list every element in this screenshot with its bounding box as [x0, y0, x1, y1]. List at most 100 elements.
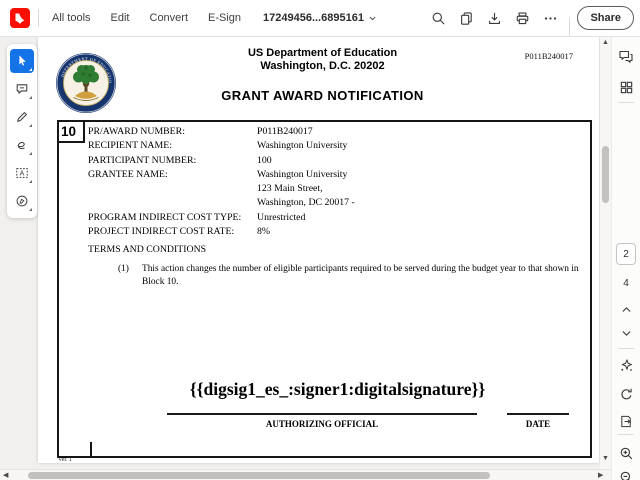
field-label: PROGRAM INDIRECT COST TYPE: — [88, 211, 242, 223]
version-label: Ver. 1 — [58, 457, 72, 463]
field-label: PR/AWARD NUMBER: — [88, 126, 185, 137]
scroll-right-arrow-icon[interactable]: ▶ — [598, 472, 603, 479]
field-row: PROGRAM INDIRECT COST TYPE: Unrestricted — [88, 211, 355, 225]
menu-all-tools[interactable]: All tools — [52, 12, 91, 24]
search-button[interactable] — [428, 7, 448, 29]
share-label: Share — [590, 12, 622, 24]
toolbar-divider — [568, 18, 570, 36]
loop-eraser-icon — [17, 142, 25, 150]
rotate-page-button[interactable] — [615, 383, 637, 405]
field-value: 123 Main Street, — [257, 183, 323, 195]
add-text-tool-button[interactable]: A — [10, 161, 34, 185]
horizontal-scrollbar[interactable]: ◀ ▶ — [0, 469, 611, 480]
field-label — [88, 196, 257, 210]
tool-flyout-marker — [29, 124, 32, 127]
toolbar-divider — [38, 9, 39, 27]
award-fields: PR/AWARD NUMBER: P011B240017 RECIPIENT NA… — [88, 125, 355, 239]
more-options-button[interactable] — [540, 7, 560, 29]
chevron-down-icon — [621, 330, 631, 336]
terms-item: (1) This action changes the number of el… — [118, 263, 590, 288]
field-row: GRANTEE NAME: Washington University — [88, 168, 355, 182]
scroll-left-arrow-icon[interactable]: ◀ — [3, 472, 8, 479]
rail-divider — [618, 348, 634, 349]
current-page-input[interactable] — [616, 243, 636, 265]
field-value: 8% — [257, 226, 271, 238]
comment-bubble-icon — [16, 84, 28, 94]
toolbar-actions: Share Sign in — [428, 0, 640, 36]
term-number: (1) — [118, 264, 129, 274]
field-row: PROJECT INDIRECT COST RATE: 8% — [88, 225, 355, 239]
acrobat-logo-icon[interactable] — [10, 8, 30, 28]
right-tool-rail: 4 — [611, 36, 640, 480]
field-value: Unrestricted — [257, 211, 306, 223]
field-label: PARTICIPANT NUMBER: — [88, 154, 197, 166]
tool-flyout-marker — [29, 208, 32, 211]
field-label: RECIPIENT NAME: — [88, 140, 172, 152]
rail-divider — [618, 434, 634, 435]
page-thumbnails-icon — [620, 81, 632, 93]
menu-bar: All tools Edit Convert E-Sign — [52, 0, 241, 36]
term-text: This action changes the number of eligib… — [142, 264, 579, 287]
chevron-up-icon — [621, 306, 631, 312]
document-header: US Department of Education Washington, D… — [57, 47, 588, 103]
zoom-out-icon — [620, 471, 630, 480]
select-tool-button[interactable] — [10, 49, 34, 73]
field-row: RECIPIENT NAME: Washington University — [88, 139, 355, 153]
draw-tool-button[interactable] — [10, 105, 34, 129]
page-thumbnails-button[interactable] — [615, 76, 637, 98]
top-toolbar: All tools Edit Convert E-Sign 17249456..… — [0, 0, 640, 37]
document-title[interactable]: 17249456...6895161 — [263, 0, 377, 36]
header-agency-line: US Department of Education — [247, 47, 398, 59]
field-row: Washington, DC 20017 - — [88, 196, 355, 210]
svg-text:A: A — [20, 171, 25, 178]
field-value: P011B240017 — [257, 126, 313, 137]
cursor-arrow-icon — [19, 55, 26, 66]
tool-flyout-marker — [29, 180, 32, 183]
scroll-up-arrow-icon[interactable]: ▲ — [602, 39, 609, 46]
header-address-line: Washington, D.C. 20202 — [260, 60, 385, 72]
ai-assistant-button[interactable] — [615, 354, 637, 376]
print-button[interactable] — [512, 7, 532, 29]
extract-page-button[interactable] — [615, 410, 637, 432]
menu-esign[interactable]: E-Sign — [208, 12, 241, 24]
grant-form-box: 10 PR/AWARD NUMBER: P011B240017 RECIPIENT… — [57, 120, 592, 458]
vertical-scrollbar-thumb[interactable] — [602, 146, 609, 203]
erase-tool-button[interactable] — [10, 133, 34, 157]
pdf-page: DEPARTMENT OF EDUCATION UNITED STATES OF… — [38, 37, 599, 463]
tool-flyout-marker — [29, 152, 32, 155]
terms-heading: TERMS AND CONDITIONS — [88, 244, 207, 255]
text-box-icon: A — [16, 168, 28, 178]
authorizing-official-label: AUTHORIZING OFFICIAL — [265, 419, 379, 429]
copy-pages-icon — [460, 11, 472, 25]
fill-sign-tool-button[interactable] — [10, 189, 34, 213]
vertical-scrollbar[interactable]: ▲ ▼ — [600, 36, 611, 469]
extract-page-icon — [620, 415, 631, 427]
zoom-out-button[interactable] — [615, 466, 637, 480]
rotate-clockwise-icon — [620, 388, 632, 399]
menu-convert[interactable]: Convert — [150, 12, 189, 24]
field-label: GRANTEE NAME: — [88, 168, 168, 180]
field-row: PR/AWARD NUMBER: P011B240017 — [88, 125, 355, 139]
total-pages-label: 4 — [623, 278, 629, 289]
share-button[interactable]: Share — [577, 6, 635, 30]
comments-panel-button[interactable] — [615, 46, 637, 68]
print-icon — [516, 12, 529, 24]
horizontal-scrollbar-thumb[interactable] — [28, 472, 490, 479]
block-number: 10 — [59, 122, 85, 143]
left-tool-panel: A — [7, 44, 37, 218]
copy-pages-button[interactable] — [456, 7, 476, 29]
field-value: Washington University — [257, 140, 348, 152]
field-value: Washington University — [257, 168, 348, 180]
comments-icon — [619, 50, 633, 63]
next-page-button[interactable] — [615, 322, 637, 344]
more-options-icon — [544, 16, 557, 20]
download-button[interactable] — [484, 7, 504, 29]
previous-page-button[interactable] — [615, 298, 637, 320]
acrobat-window: All tools Edit Convert E-Sign 17249456..… — [0, 0, 640, 480]
zoom-in-button[interactable] — [615, 442, 637, 464]
menu-edit[interactable]: Edit — [111, 12, 130, 24]
add-comment-tool-button[interactable] — [10, 77, 34, 101]
search-icon — [432, 12, 445, 25]
rail-divider — [618, 102, 634, 103]
scroll-down-arrow-icon[interactable]: ▼ — [602, 455, 609, 462]
